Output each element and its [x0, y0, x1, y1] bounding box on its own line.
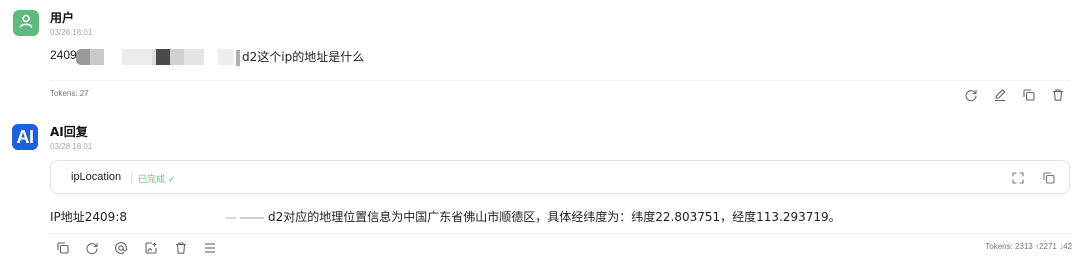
- user-token-count: Tokens: 27: [50, 89, 89, 98]
- tool-status: 已完成 ✓: [138, 175, 176, 185]
- redaction-block: [90, 49, 104, 65]
- tool-separator: [131, 172, 132, 184]
- ai-avatar: AI: [12, 124, 38, 150]
- ai-sender-name: AI回复: [50, 125, 88, 139]
- ai-message-text: IP地址2409:8 d2对应的地理位置信息为中国广东省佛山市顺德区，具体经纬度…: [50, 208, 1050, 226]
- refresh-icon[interactable]: [85, 241, 99, 255]
- ai-message-text-end: d2对应的地理位置信息为中国广东省佛山市顺德区，具体经纬度为：纬度22.8037…: [268, 210, 841, 224]
- ai-message-divider: [50, 233, 1070, 234]
- tool-name: ipLocation: [71, 171, 122, 183]
- redaction-block: [170, 49, 184, 65]
- user-sender-name: 用户: [50, 11, 75, 25]
- copy-icon[interactable]: [56, 241, 70, 255]
- copy-icon[interactable]: [1022, 88, 1036, 102]
- ai-token-count: Tokens: 2313 ↑2271 ↓42: [985, 242, 1072, 251]
- redaction-block: [76, 49, 90, 65]
- delete-icon[interactable]: [174, 241, 188, 255]
- copy-icon[interactable]: [1042, 171, 1056, 185]
- ai-message-text-start: IP地址2409:8: [50, 210, 127, 224]
- redaction-block: [240, 217, 264, 219]
- user-message-time: 03/28 18:01: [50, 28, 93, 37]
- user-icon: [18, 13, 34, 33]
- user-message-text-end: d2这个ip的地址是什么: [242, 50, 365, 64]
- ai-message-time: 03/28 18:01: [50, 142, 93, 151]
- expand-icon[interactable]: [1011, 171, 1025, 185]
- redaction-block: [122, 49, 152, 65]
- user-avatar: [13, 10, 39, 36]
- user-message-text: 2409 d2这个ip的地址是什么: [50, 48, 610, 66]
- redaction-block: [218, 49, 234, 65]
- user-message-text-start: 2409: [50, 48, 77, 62]
- redaction-block: [226, 217, 236, 219]
- redaction-block: [236, 50, 240, 66]
- add-image-icon[interactable]: [144, 241, 158, 255]
- menu-icon[interactable]: [203, 241, 217, 255]
- mention-icon[interactable]: [114, 241, 128, 255]
- redaction-block: [184, 49, 204, 65]
- delete-icon[interactable]: [1051, 88, 1065, 102]
- redaction-block: [156, 49, 170, 65]
- tool-call-card[interactable]: ipLocation 已完成 ✓: [50, 160, 1070, 194]
- refresh-icon[interactable]: [964, 88, 978, 102]
- edit-icon[interactable]: [993, 88, 1007, 102]
- user-message-divider: [50, 80, 1070, 81]
